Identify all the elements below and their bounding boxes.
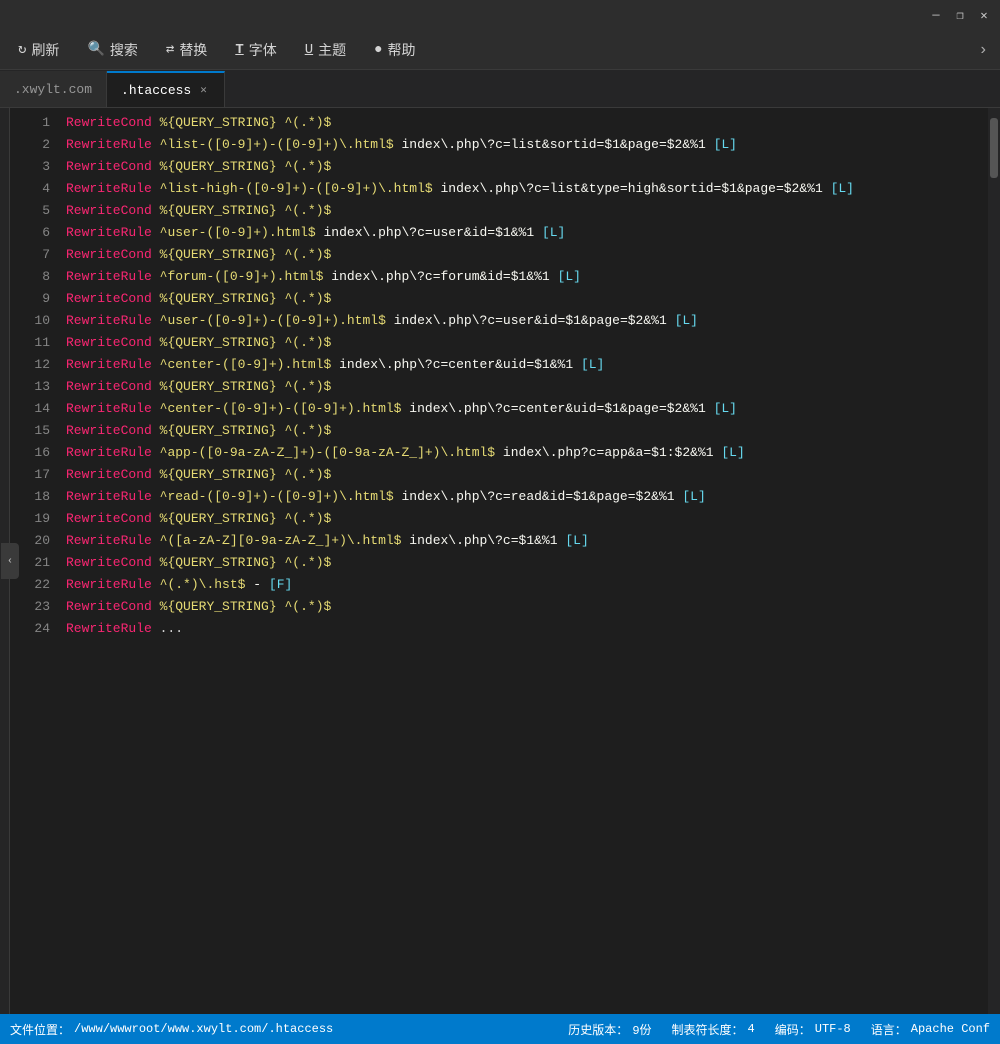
statusbar: 文件位置： /www/wwwroot/www.xwylt.com/.htacce…: [0, 1014, 1000, 1044]
line-number: 12: [10, 354, 50, 376]
line-number: 19: [10, 508, 50, 530]
editor-container: ‹ 12345678910111213141516171819202122232…: [0, 108, 1000, 1014]
code-line: RewriteCond %{QUERY_STRING} ^(.*)$: [66, 508, 988, 530]
line-number: 1: [10, 112, 50, 134]
line-number: 15: [10, 420, 50, 442]
tabbar: .xwylt.com .htaccess ✕: [0, 70, 1000, 108]
status-history: 历史版本： 9份: [568, 1021, 651, 1038]
status-history-label: 历史版本：: [568, 1021, 628, 1038]
line-number: 9: [10, 288, 50, 310]
line-number: 10: [10, 310, 50, 332]
line-number: 11: [10, 332, 50, 354]
code-content[interactable]: RewriteCond %{QUERY_STRING} ^(.*)$Rewrit…: [60, 108, 988, 1014]
menu-right-arrow[interactable]: ›: [970, 35, 996, 65]
line-number: 23: [10, 596, 50, 618]
line-number: 4: [10, 178, 50, 200]
menu-replace-label: 替换: [179, 40, 207, 60]
refresh-icon: ↻: [18, 41, 26, 58]
code-line: RewriteCond %{QUERY_STRING} ^(.*)$: [66, 200, 988, 222]
editor-main: 123456789101112131415161718192021222324 …: [10, 108, 1000, 1014]
line-number: 7: [10, 244, 50, 266]
minimize-button[interactable]: —: [928, 7, 944, 23]
code-line: RewriteRule ^([a-zA-Z][0-9a-zA-Z_]+)\.ht…: [66, 530, 988, 552]
status-encoding-label: 编码：: [775, 1021, 811, 1038]
line-number: 6: [10, 222, 50, 244]
code-line: RewriteRule ^list-high-([0-9]+)-([0-9]+)…: [66, 178, 988, 200]
menu-search[interactable]: 🔍 搜索: [73, 34, 151, 66]
status-file-path: 文件位置： /www/wwwroot/www.xwylt.com/.htacce…: [10, 1021, 333, 1038]
status-language-label: 语言：: [871, 1021, 907, 1038]
code-line: RewriteCond %{QUERY_STRING} ^(.*)$: [66, 244, 988, 266]
restore-button[interactable]: ❐: [952, 7, 968, 23]
code-line: RewriteCond %{QUERY_STRING} ^(.*)$: [66, 112, 988, 134]
code-line: RewriteRule ^center-([0-9]+)-([0-9]+).ht…: [66, 398, 988, 420]
line-number: 16: [10, 442, 50, 464]
code-line: RewriteRule ^forum-([0-9]+).html$ index\…: [66, 266, 988, 288]
menu-font[interactable]: T 字体: [221, 34, 290, 66]
help-icon: ●: [374, 42, 382, 58]
code-line: RewriteCond %{QUERY_STRING} ^(.*)$: [66, 376, 988, 398]
code-line: RewriteCond %{QUERY_STRING} ^(.*)$: [66, 332, 988, 354]
status-file-path-value: /www/wwwroot/www.xwylt.com/.htaccess: [74, 1022, 333, 1036]
code-line: RewriteRule ^app-([0-9a-zA-Z_]+)-([0-9a-…: [66, 442, 988, 464]
code-line: RewriteRule ^read-([0-9]+)-([0-9]+)\.htm…: [66, 486, 988, 508]
line-number: 5: [10, 200, 50, 222]
titlebar: — ❐ ✕: [0, 0, 1000, 30]
sidebar-collapse-button[interactable]: ‹: [1, 543, 19, 579]
menu-replace[interactable]: ⇄ 替换: [152, 34, 221, 66]
status-language: 语言： Apache Conf: [871, 1021, 990, 1038]
status-tab-size: 制表符长度： 4: [672, 1021, 755, 1038]
line-number: 24: [10, 618, 50, 640]
status-tab-label: 制表符长度：: [672, 1021, 744, 1038]
tab-site[interactable]: .xwylt.com: [0, 71, 107, 107]
line-number: 13: [10, 376, 50, 398]
tab-site-label: .xwylt.com: [14, 82, 92, 97]
tab-htaccess-close[interactable]: ✕: [197, 82, 210, 98]
status-history-value: 9份: [632, 1021, 651, 1038]
menu-help[interactable]: ● 帮助: [360, 34, 429, 66]
search-icon: 🔍: [87, 41, 104, 58]
menu-help-label: 帮助: [388, 40, 416, 60]
menu-search-label: 搜索: [110, 40, 138, 60]
status-encoding: 编码： UTF-8: [775, 1021, 851, 1038]
menu-refresh-label: 刷新: [31, 40, 59, 60]
code-line: RewriteCond %{QUERY_STRING} ^(.*)$: [66, 552, 988, 574]
code-line: RewriteRule ^center-([0-9]+).html$ index…: [66, 354, 988, 376]
close-button[interactable]: ✕: [976, 7, 992, 23]
menu-font-label: 字体: [249, 40, 277, 60]
line-number: 17: [10, 464, 50, 486]
code-line: RewriteCond %{QUERY_STRING} ^(.*)$: [66, 420, 988, 442]
code-line: RewriteRule ^(.*)\.hst$ - [F]: [66, 574, 988, 596]
line-number: 2: [10, 134, 50, 156]
scrollbar-track[interactable]: [988, 108, 1000, 1014]
code-line: RewriteCond %{QUERY_STRING} ^(.*)$: [66, 288, 988, 310]
code-line: RewriteCond %{QUERY_STRING} ^(.*)$: [66, 464, 988, 486]
font-icon: T: [235, 42, 243, 58]
scrollbar-thumb[interactable]: [990, 118, 998, 178]
menubar: ↻ 刷新 🔍 搜索 ⇄ 替换 T 字体 U 主题 ● 帮助 ›: [0, 30, 1000, 70]
status-file-path-label: 文件位置：: [10, 1021, 70, 1038]
code-line: RewriteRule ...: [66, 618, 988, 640]
line-number: 8: [10, 266, 50, 288]
status-tab-value: 4: [748, 1022, 755, 1036]
line-number: 3: [10, 156, 50, 178]
status-encoding-value: UTF-8: [815, 1022, 851, 1036]
replace-icon: ⇄: [166, 41, 174, 58]
code-line: RewriteRule ^list-([0-9]+)-([0-9]+)\.htm…: [66, 134, 988, 156]
menu-theme[interactable]: U 主题: [291, 34, 360, 66]
sidebar: ‹: [0, 108, 10, 1014]
theme-icon: U: [305, 42, 313, 58]
tab-htaccess-label: .htaccess: [121, 83, 191, 98]
menu-refresh[interactable]: ↻ 刷新: [4, 34, 73, 66]
menu-theme-label: 主题: [318, 40, 346, 60]
code-line: RewriteRule ^user-([0-9]+)-([0-9]+).html…: [66, 310, 988, 332]
line-number: 14: [10, 398, 50, 420]
line-number: 18: [10, 486, 50, 508]
tab-htaccess[interactable]: .htaccess ✕: [107, 71, 225, 107]
code-line: RewriteCond %{QUERY_STRING} ^(.*)$: [66, 596, 988, 618]
code-line: RewriteCond %{QUERY_STRING} ^(.*)$: [66, 156, 988, 178]
code-line: RewriteRule ^user-([0-9]+).html$ index\.…: [66, 222, 988, 244]
status-language-value: Apache Conf: [911, 1022, 990, 1036]
